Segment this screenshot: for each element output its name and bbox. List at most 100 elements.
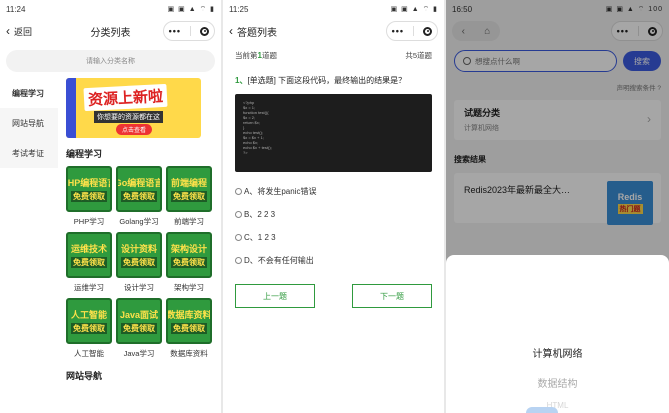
thumb-line1: 运维技术 xyxy=(70,244,107,254)
grid-thumbnail: Go编程语言 免费领取 xyxy=(116,166,162,212)
banner-title: 资源上新啦 xyxy=(83,83,168,112)
radio-icon xyxy=(235,188,242,195)
thumb-line1: Java面试 xyxy=(119,310,159,320)
category-list-screen: 11:24 ▣ ▣ ▲ ⌔ ▮ ‹ 返回 分类列表 ••• 请输入分类名称 编程… xyxy=(0,0,221,413)
grid-item[interactable]: Java面试 免费领取 Java学习 xyxy=(116,298,162,360)
thumb-line1: 人工智能 xyxy=(70,310,107,320)
grid-label: Java学习 xyxy=(123,349,155,358)
thumb-line1: PHP编程语言 xyxy=(67,178,110,188)
capsule-divider xyxy=(413,26,415,36)
grid-label: 数据库资料 xyxy=(170,349,208,358)
status-time: 11:24 xyxy=(6,4,26,14)
thumb-line2: 免费领取 xyxy=(171,257,207,268)
section-title: 编程学习 xyxy=(66,149,103,159)
grid-label: 运维学习 xyxy=(74,283,104,292)
thumb-line2: 免费领取 xyxy=(121,323,157,334)
page-title: 答题列表 xyxy=(237,27,277,39)
thumb-line2: 免费领取 xyxy=(71,191,107,202)
option-label: B、2 2 3 xyxy=(244,210,276,219)
progress-row: 当前第1道题 共5道题 xyxy=(223,44,444,61)
status-icons: ▣ ▣ ▲ ⌔ ▮ xyxy=(390,5,438,13)
grid-thumbnail: PHP编程语言免费领取 xyxy=(66,166,112,212)
question-body: [单选题] 下面这段代码，最终输出的结果是？ xyxy=(247,76,407,85)
back-label: 返回 xyxy=(14,26,33,37)
next-question-button[interactable]: 下一题 xyxy=(352,284,432,308)
option-label: C、1 2 3 xyxy=(244,233,276,242)
prev-question-button[interactable]: 上一题 xyxy=(235,284,315,308)
category-search-input[interactable]: 请输入分类名称 xyxy=(6,50,215,72)
grid-thumbnail: 数据库资料 免费领取 xyxy=(166,298,212,344)
picker-option-selected[interactable]: 计算机网络 xyxy=(446,337,669,367)
more-icon[interactable]: ••• xyxy=(169,26,181,36)
thumb-line1: 前端编程 xyxy=(170,178,207,188)
thumb-line2: 免费领取 xyxy=(71,257,107,268)
chevron-left-icon: ‹ xyxy=(229,24,233,38)
back-button[interactable]: ‹ 答题列表 xyxy=(223,24,277,39)
grid-thumbnail: 架构设计 免费领取 xyxy=(166,232,212,278)
grid-label: Golang学习 xyxy=(119,217,159,226)
miniprogram-capsule: ••• xyxy=(163,21,215,41)
current-question-indicator: 当前第1道题 xyxy=(235,50,277,61)
banner-button[interactable]: 点击查看 xyxy=(116,124,153,135)
thumb-line1: Go编程语言 xyxy=(116,178,162,188)
grid-label: 架构学习 xyxy=(174,283,204,292)
option-label: D、不会有任何输出 xyxy=(244,256,314,265)
sidebar-item-exams[interactable]: 考试考证 xyxy=(0,138,58,168)
more-icon[interactable]: ••• xyxy=(392,26,404,36)
grid-item[interactable]: 运维技术免费领取运维学习 xyxy=(66,232,112,294)
search-screen: 16:50 ▣ ▣ ▲ ⌔ 100 ‹ ⌂ ••• 想搜点什么啊 搜索 声明搜索… xyxy=(446,0,669,413)
thumb-line1: 数据库资料 xyxy=(166,310,212,320)
thumb-line2: 免费领取 xyxy=(121,257,157,268)
option-c[interactable]: C、1 2 3 xyxy=(223,226,444,249)
total-questions: 共5道题 xyxy=(405,51,432,60)
radio-icon xyxy=(235,234,242,241)
option-a[interactable]: A、将发生panic错误 xyxy=(223,180,444,203)
picker-option[interactable]: 数据结构 xyxy=(446,367,669,397)
code-image: <?php $x = 1; function test(){ $x = 2; ret… xyxy=(235,94,432,172)
grid-item[interactable]: PHP编程语言免费领取 PHP学习 xyxy=(66,166,112,228)
thumb-line2: 免费领取 xyxy=(71,323,107,334)
banner-strip xyxy=(66,78,76,138)
grid-thumbnail: 人工智能 免费领取 xyxy=(66,298,112,344)
thumb-line2: 免费领取 xyxy=(121,191,157,202)
current-prefix: 当前第 xyxy=(235,51,258,60)
category-content: 资源上新啦 你想要的资源都在这 点击查看 编程学习 PHP编程语言免费领取PHP… xyxy=(58,78,221,388)
picker-drag-handle[interactable] xyxy=(526,407,558,413)
section2-title: 网站导航 xyxy=(66,371,103,381)
grid-item[interactable]: 人工智能 免费领取 人工智能 xyxy=(66,298,112,360)
question-text: 1、[单选题] 下面这段代码，最终输出的结果是？ xyxy=(223,61,444,86)
option-d[interactable]: D、不会有任何输出 xyxy=(223,249,444,272)
option-label: A、将发生panic错误 xyxy=(244,187,317,196)
status-time: 11:25 xyxy=(229,4,249,14)
thumb-line2: 免费领取 xyxy=(171,191,207,202)
answer-options: A、将发生panic错误 B、2 2 3 C、1 2 3 D、不会有任何输出 xyxy=(223,180,444,272)
grid-item[interactable]: 数据库资料 免费领取 数据库资料 xyxy=(166,298,212,360)
current-suffix: 道题 xyxy=(261,51,277,60)
radio-icon xyxy=(235,257,242,264)
grid-item[interactable]: Go编程语言 免费领取 Golang学习 xyxy=(116,166,162,228)
capsule-divider xyxy=(190,26,192,36)
grid-item[interactable]: 设计资料 免费领取 设计学习 xyxy=(116,232,162,294)
resource-grid: PHP编程语言免费领取 PHP学习 Go编程语言免费领取 Golang学习 前端编程… xyxy=(66,166,221,360)
question-number: 1、 xyxy=(235,76,248,85)
category-sidebar: 编程学习 网站导航 考试考证 xyxy=(0,78,58,388)
grid-thumbnail: 前端编程 免费领取 xyxy=(166,166,212,212)
grid-item[interactable]: 架构设计 免费领取架构学习 xyxy=(166,232,212,294)
status-icons: ▣ ▣ ▲ ⌔ ▮ xyxy=(167,5,215,13)
grid-label: 前端学习 xyxy=(174,217,204,226)
category-picker-sheet: 计算机网络 数据结构 HTML xyxy=(446,255,669,413)
thumb-line2: 免费领取 xyxy=(171,323,207,334)
back-button[interactable]: ‹ 返回 xyxy=(0,24,32,38)
promo-banner[interactable]: 资源上新啦 你想要的资源都在这 点击查看 xyxy=(66,78,201,138)
sidebar-item-programming[interactable]: 编程学习 xyxy=(0,78,58,108)
sidebar-item-navigation[interactable]: 网站导航 xyxy=(0,108,58,138)
close-miniprogram-icon[interactable] xyxy=(200,26,210,36)
grid-label: 人工智能 xyxy=(74,349,104,358)
chevron-left-icon: ‹ xyxy=(6,24,10,38)
radio-icon xyxy=(235,211,242,218)
status-bar: 11:24 ▣ ▣ ▲ ⌔ ▮ xyxy=(0,0,221,18)
thumb-line1: 设计资料 xyxy=(120,244,157,254)
option-b[interactable]: B、2 2 3 xyxy=(223,203,444,226)
grid-item[interactable]: 前端编程免费领取前端学习 xyxy=(166,166,212,228)
close-miniprogram-icon[interactable] xyxy=(423,26,433,36)
